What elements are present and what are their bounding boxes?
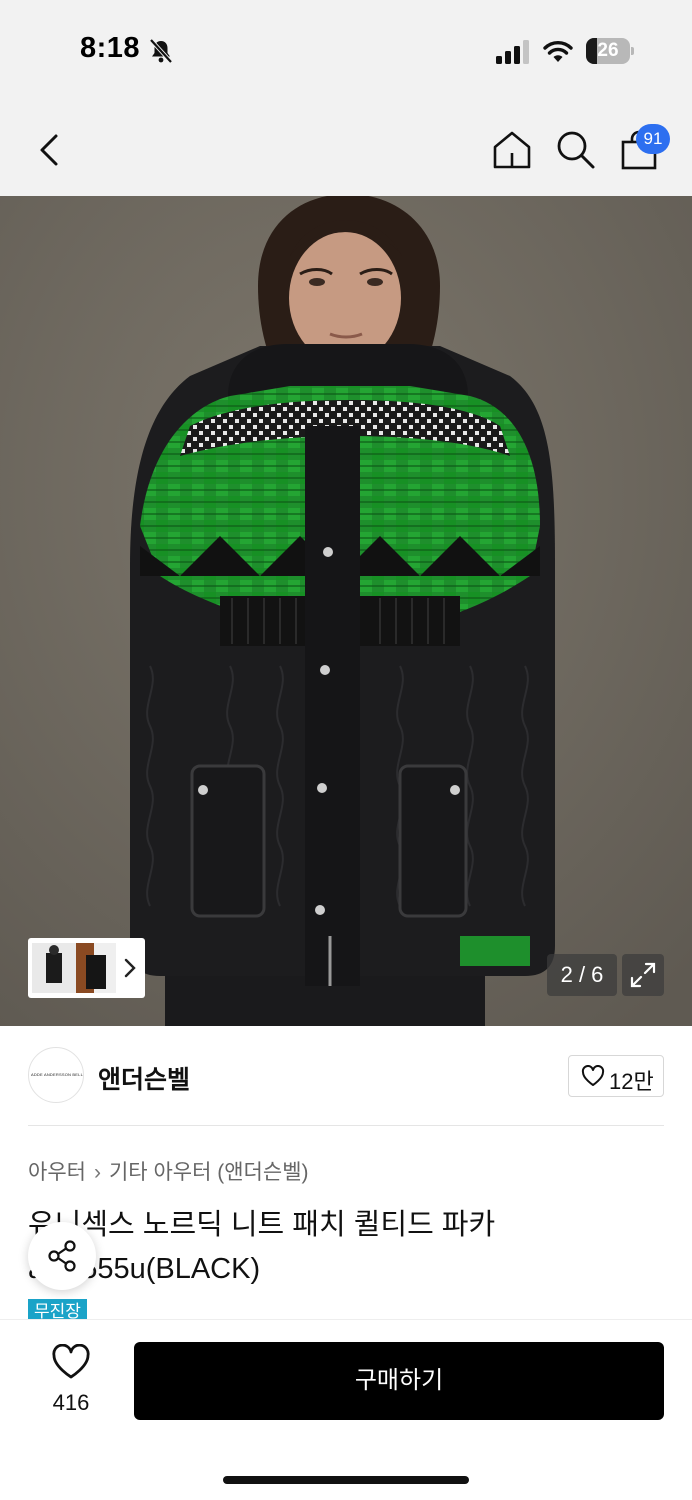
back-arrow-icon[interactable] [28, 128, 72, 172]
share-button[interactable] [28, 1222, 96, 1290]
cart-count-badge: 91 [636, 124, 670, 154]
search-icon[interactable] [554, 128, 598, 172]
page-indicator: 2 / 6 [547, 954, 617, 996]
brand-name[interactable]: 앤더슨벨 [98, 1060, 190, 1096]
bell-slash-icon [149, 38, 173, 64]
thumbnail-image[interactable] [32, 943, 76, 993]
heart-icon [581, 1065, 605, 1086]
product-image-carousel[interactable]: 2 / 6 [0, 196, 692, 1026]
chevron-right-icon: › [93, 1161, 101, 1184]
expand-icon [630, 962, 656, 988]
brand-logo[interactable]: ADDE ANDERSSON BELL [28, 1047, 84, 1103]
expand-button[interactable] [622, 954, 664, 996]
breadcrumb-subcategory[interactable]: 기타 아우터 (앤더슨벨) [109, 1161, 309, 1184]
breadcrumb: 아우터 › 기타 아우터 (앤더슨벨) [28, 1156, 309, 1186]
promo-tag: 무진장 [28, 1299, 87, 1321]
battery-indicator: 26 [586, 38, 634, 64]
heart-icon [52, 1344, 90, 1379]
wifi-icon [543, 41, 573, 62]
home-indicator [223, 1476, 469, 1484]
battery-level: 26 [597, 40, 619, 61]
thumbnail-strip[interactable] [28, 938, 145, 998]
brand-like-count: 12만 [609, 1069, 654, 1094]
divider [28, 1125, 664, 1126]
buy-button[interactable]: 구매하기 [134, 1342, 664, 1420]
share-icon [48, 1240, 76, 1272]
product-title: 유니섹스 노르딕 니트 패치 퀼티드 파카 awa555u(BLACK) [28, 1209, 496, 1285]
top-nav-bar [0, 100, 692, 196]
signal-icon [496, 40, 529, 64]
wishlist-button[interactable]: 416 [38, 1344, 104, 1415]
status-bar: 8:18 26 [0, 0, 692, 100]
brand-like-button[interactable]: 12만 [568, 1055, 664, 1097]
status-time: 8:18 [80, 32, 141, 64]
product-photo [0, 196, 692, 1026]
brand-logo-text: ADDE ANDERSSON BELL [30, 1072, 84, 1077]
wishlist-count: 416 [52, 1390, 90, 1415]
breadcrumb-category[interactable]: 아우터 [28, 1161, 86, 1184]
bottom-action-bar: 416 구매하기 [0, 1320, 692, 1500]
thumbnail-image[interactable] [76, 943, 116, 993]
home-icon[interactable] [490, 128, 534, 172]
chevron-right-icon [124, 958, 136, 978]
